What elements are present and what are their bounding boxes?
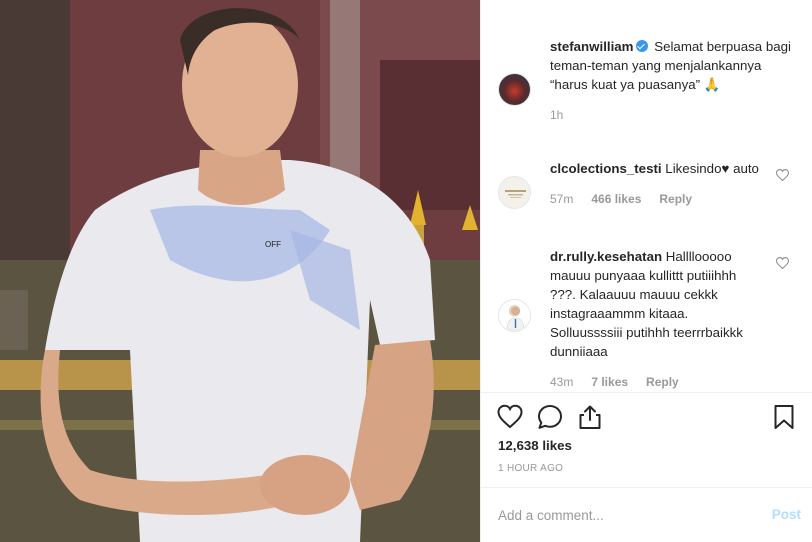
- comment-time: 57m: [550, 192, 574, 206]
- comment-text-block: clcolections_testi Likesindo♥ auto 57m 46…: [550, 159, 760, 209]
- divider: [481, 392, 812, 393]
- reply-button[interactable]: Reply: [646, 375, 679, 389]
- man-in-white-tshirt-photo: OFF: [0, 0, 480, 542]
- post-photo[interactable]: OFF: [0, 0, 480, 542]
- svg-text:OFF: OFF: [265, 240, 281, 249]
- comment-text: Hallllooooo mauuu punyaaa kullittt putii…: [550, 249, 743, 359]
- comment-time: 43m: [550, 375, 574, 389]
- post-timestamp[interactable]: 1 HOUR AGO: [498, 463, 563, 474]
- comment-like-heart-icon[interactable]: [776, 169, 789, 181]
- add-comment-bar: Post: [481, 487, 812, 542]
- post-detail-panel: stefanwilliam Selamat berpuasa bagi tema…: [480, 0, 812, 542]
- comment-username[interactable]: clcolections_testi: [550, 161, 662, 176]
- author-username[interactable]: stefanwilliam: [550, 39, 634, 54]
- comment-likes[interactable]: 7 likes: [591, 375, 628, 389]
- share-icon[interactable]: [577, 404, 603, 430]
- comment-username[interactable]: dr.rully.kesehatan: [550, 249, 662, 264]
- comment-meta: 57m 466 likes Reply: [550, 190, 760, 209]
- comment-like-heart-icon[interactable]: [776, 257, 789, 269]
- comment-likes[interactable]: 466 likes: [591, 192, 641, 206]
- comment-icon[interactable]: [537, 404, 563, 430]
- reply-button[interactable]: Reply: [659, 192, 692, 206]
- verified-badge-icon: [635, 40, 648, 52]
- brand-logo-avatar: [505, 190, 526, 198]
- caption-text-block: stefanwilliam Selamat berpuasa bagi tema…: [550, 37, 800, 125]
- comment-meta: 43m 7 likes Reply: [550, 373, 760, 392]
- likes-count[interactable]: 12,638 likes: [498, 438, 572, 453]
- comment-avatar[interactable]: [498, 299, 531, 332]
- post-action-bar: [497, 404, 797, 430]
- caption-time: 1h: [550, 108, 564, 122]
- bookmark-icon[interactable]: [771, 404, 797, 430]
- heart-icon[interactable]: [497, 404, 523, 430]
- doctor-avatar: [506, 306, 525, 331]
- post-comment-button[interactable]: Post: [772, 507, 801, 522]
- comment-text-block: dr.rully.kesehatan Hallllooooo mauuu pun…: [550, 247, 760, 392]
- add-comment-input[interactable]: [498, 504, 748, 526]
- comment-text: Likesindo♥ auto: [665, 161, 759, 176]
- comment-avatar[interactable]: [498, 176, 531, 209]
- author-avatar[interactable]: [498, 73, 531, 106]
